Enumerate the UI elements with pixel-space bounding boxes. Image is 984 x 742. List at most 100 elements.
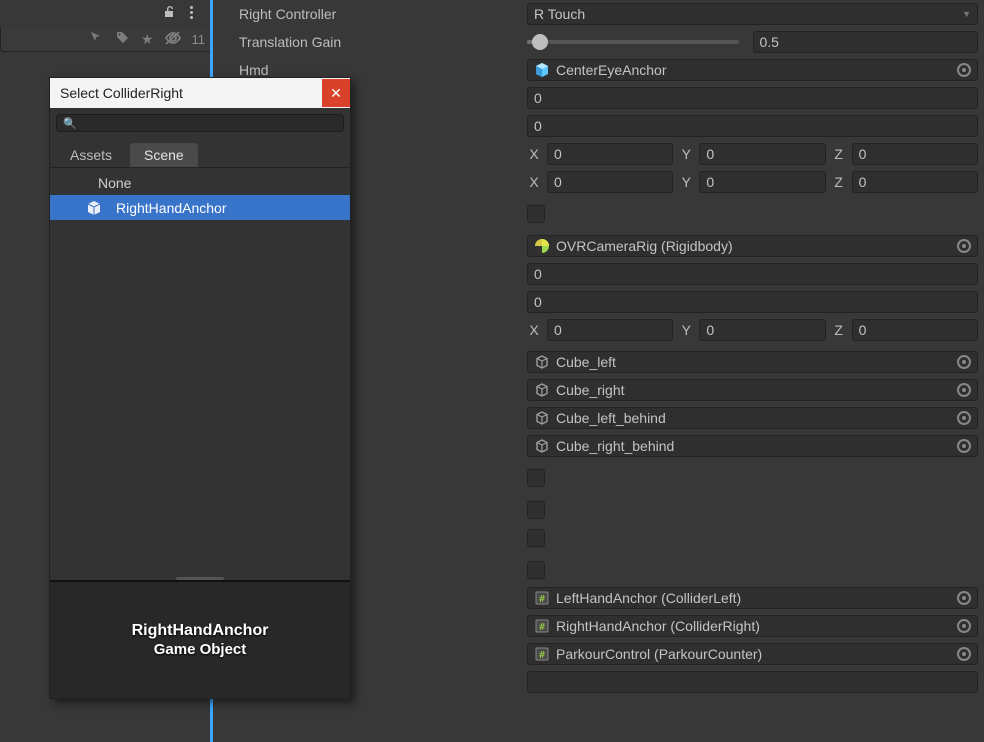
object-field[interactable]: #LeftHandAnchor (ColliderLeft)	[527, 587, 978, 609]
popup-tab-scene[interactable]: Scene	[130, 143, 198, 167]
resize-handle[interactable]	[176, 577, 224, 580]
number-field[interactable]: 0	[527, 291, 978, 313]
property-label: Hmd	[219, 62, 527, 78]
svg-text:#: #	[539, 650, 545, 661]
popup-item[interactable]: None	[50, 170, 350, 195]
close-button[interactable]: ✕	[322, 79, 350, 107]
property-value: X0Y0Z0	[527, 319, 978, 341]
popup-list: NoneRightHandAnchor	[50, 168, 350, 222]
visibility-count: 11	[192, 32, 206, 47]
slider[interactable]	[527, 40, 739, 44]
y-field[interactable]: 0	[699, 319, 825, 341]
property-value: Cube_left_behind	[527, 407, 978, 429]
property-value: #ParkourControl (ParkourCounter)	[527, 643, 978, 665]
x-field[interactable]: 0	[547, 319, 673, 341]
property-value	[527, 529, 978, 547]
object-picker-icon[interactable]	[957, 647, 971, 661]
property-value: 0	[527, 291, 978, 313]
property-value: CenterEyeAnchor	[527, 59, 978, 81]
property-value: Cube_right_behind	[527, 435, 978, 457]
object-field[interactable]: Cube_left	[527, 351, 978, 373]
object-field[interactable]: #RightHandAnchor (ColliderRight)	[527, 615, 978, 637]
property-value: OVRCameraRig (Rigidbody)	[527, 235, 978, 257]
number-field[interactable]: 0	[527, 87, 978, 109]
z-field[interactable]: 0	[852, 143, 978, 165]
script-icon: #	[534, 618, 550, 634]
number-field[interactable]: 0	[527, 263, 978, 285]
property-value: 0	[527, 263, 978, 285]
z-field[interactable]: 0	[852, 171, 978, 193]
property-label: Right Controller	[219, 6, 527, 22]
axis-label-x: X	[527, 146, 541, 162]
checkbox[interactable]	[527, 561, 545, 579]
object-picker-icon[interactable]	[957, 591, 971, 605]
property-value	[527, 561, 978, 579]
checkbox[interactable]	[527, 501, 545, 519]
cube-icon	[534, 62, 550, 78]
axis-label-z: Z	[832, 174, 846, 190]
picker-icon[interactable]	[89, 30, 105, 49]
hierarchy-toolbar: ★ 11	[0, 28, 214, 52]
checkbox[interactable]	[527, 529, 545, 547]
property-value: #RightHandAnchor (ColliderRight)	[527, 615, 978, 637]
property-value: X0Y0Z0	[527, 143, 978, 165]
axis-label-z: Z	[832, 146, 846, 162]
visibility-icon[interactable]	[164, 30, 182, 49]
property-value: 0.5	[527, 31, 978, 53]
svg-text:#: #	[539, 622, 545, 633]
popup-search-input[interactable]: 🔍	[56, 114, 344, 132]
z-field[interactable]: 0	[852, 319, 978, 341]
checkbox[interactable]	[527, 469, 545, 487]
object-picker-icon[interactable]	[957, 439, 971, 453]
property-value: #LeftHandAnchor (ColliderLeft)	[527, 587, 978, 609]
object-picker-icon[interactable]	[957, 619, 971, 633]
tag-icon[interactable]	[115, 30, 131, 49]
popup-tabs: AssetsScene	[50, 138, 350, 168]
object-picker-popup: Select ColliderRight ✕ 🔍 AssetsScene Non…	[49, 77, 351, 699]
box-icon	[534, 438, 550, 454]
script-icon: #	[534, 590, 550, 606]
object-field[interactable]: Cube_right	[527, 379, 978, 401]
axis-label-y: Y	[679, 322, 693, 338]
menu-icon[interactable]	[190, 6, 193, 19]
y-field[interactable]: 0	[699, 143, 825, 165]
axis-label-x: X	[527, 322, 541, 338]
slider-value[interactable]: 0.5	[753, 31, 979, 53]
axis-label-z: Z	[832, 322, 846, 338]
slider-thumb[interactable]	[532, 34, 548, 50]
object-field[interactable]: CenterEyeAnchor	[527, 59, 978, 81]
x-field[interactable]: 0	[547, 171, 673, 193]
object-picker-icon[interactable]	[957, 383, 971, 397]
rigid-icon	[534, 238, 550, 254]
lock-icon[interactable]	[162, 5, 176, 22]
property-value: X0Y0Z0	[527, 171, 978, 193]
dropdown-field[interactable]: R Touch▼	[527, 3, 978, 25]
property-value: 0	[527, 115, 978, 137]
checkbox[interactable]	[527, 205, 545, 223]
object-picker-icon[interactable]	[957, 63, 971, 77]
popup-selected-name: RightHandAnchor	[132, 622, 269, 640]
property-value	[527, 469, 978, 487]
property-label: Translation Gain	[219, 34, 527, 50]
x-field[interactable]: 0	[547, 143, 673, 165]
object-field[interactable]: OVRCameraRig (Rigidbody)	[527, 235, 978, 257]
object-field[interactable]: Cube_left_behind	[527, 407, 978, 429]
box-icon	[534, 382, 550, 398]
object-field[interactable]: #ParkourControl (ParkourCounter)	[527, 643, 978, 665]
vector3-field: X0Y0Z0	[527, 143, 978, 165]
object-picker-icon[interactable]	[957, 411, 971, 425]
number-field[interactable]: 0	[527, 115, 978, 137]
popup-tab-assets[interactable]: Assets	[56, 143, 126, 167]
object-picker-icon[interactable]	[957, 239, 971, 253]
axis-label-x: X	[527, 174, 541, 190]
property-value: Cube_left	[527, 351, 978, 373]
popup-item[interactable]: RightHandAnchor	[50, 195, 350, 220]
axis-label-y: Y	[679, 174, 693, 190]
object-picker-icon[interactable]	[957, 355, 971, 369]
star-icon[interactable]: ★	[141, 31, 154, 48]
object-field[interactable]: Cube_right_behind	[527, 435, 978, 457]
property-value: R Touch▼	[527, 3, 978, 25]
y-field[interactable]: 0	[699, 171, 825, 193]
number-field[interactable]	[527, 671, 978, 693]
script-icon: #	[534, 646, 550, 662]
